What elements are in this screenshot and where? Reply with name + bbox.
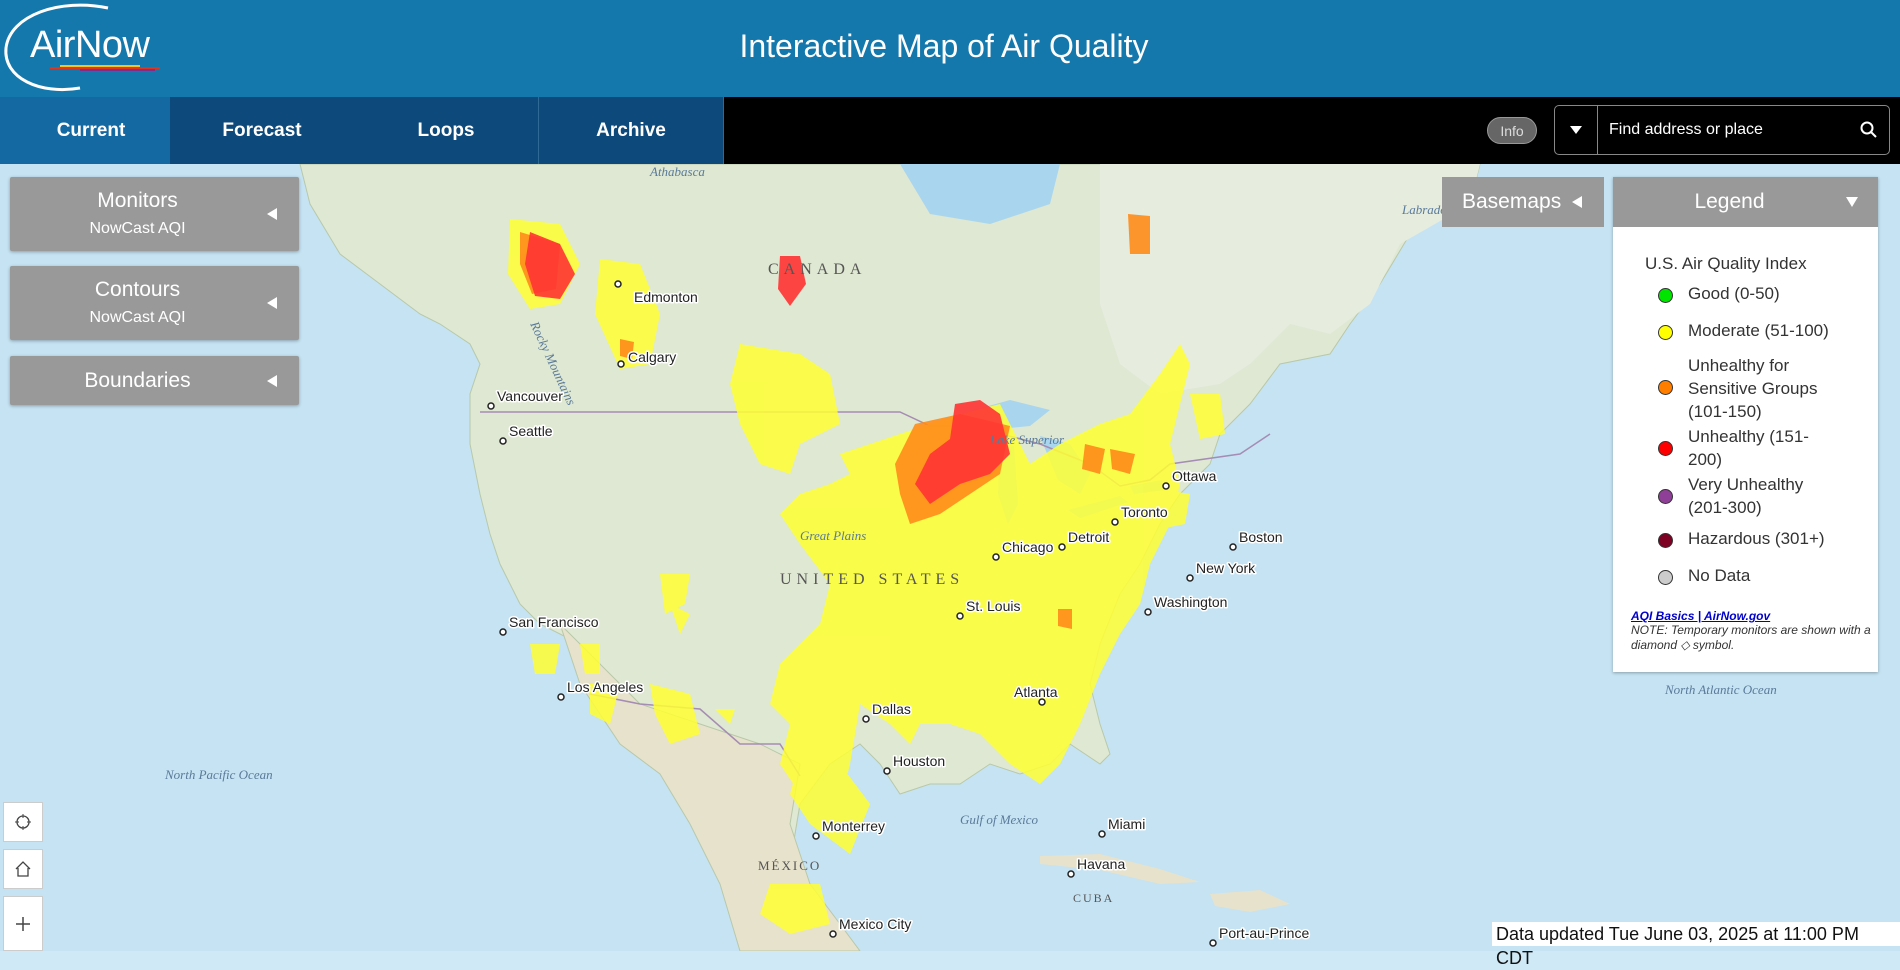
city-chicago: Chicago — [1002, 539, 1054, 555]
caret-down-icon — [1846, 197, 1858, 207]
map-label-gulf-of-mexico: Gulf of Mexico — [960, 812, 1038, 827]
city-mexico-city: Mexico City — [839, 916, 911, 932]
city-los-angeles: Los Angeles — [567, 679, 643, 695]
legend-item-unhealthy: Unhealthy (151-200) — [1688, 427, 1809, 469]
layer-title: Contours — [94, 278, 181, 301]
city-st-louis: St. Louis — [966, 598, 1020, 614]
monitors-layer-toggle[interactable]: Monitors NowCast AQI — [10, 177, 299, 251]
city-san-francisco: San Francisco — [509, 614, 599, 630]
home-icon — [15, 861, 31, 877]
city-port-au-prince: Port-au-Prince — [1219, 925, 1309, 941]
layer-title: Boundaries — [84, 369, 191, 392]
city-new-york: New York — [1196, 560, 1256, 576]
chevron-down-icon — [1570, 126, 1582, 134]
basemaps-label: Basemaps — [1462, 190, 1562, 213]
city-calgary: Calgary — [628, 349, 676, 365]
zoom-in-button[interactable] — [3, 896, 43, 951]
very-unhealthy-swatch — [1658, 489, 1673, 504]
boundaries-layer-toggle[interactable]: Boundaries — [10, 356, 299, 405]
search-input[interactable] — [1609, 106, 1839, 154]
home-button[interactable] — [3, 849, 43, 889]
caret-left-icon — [267, 297, 277, 309]
usg-swatch — [1658, 380, 1673, 395]
tab-archive[interactable]: Archive — [539, 97, 724, 164]
legend-item-hazardous: Hazardous (301+) — [1688, 529, 1825, 548]
city-monterrey: Monterrey — [822, 818, 885, 834]
caret-left-icon — [1572, 196, 1582, 208]
zoom-in-icon — [16, 916, 30, 931]
city-edmonton: Edmonton — [634, 289, 698, 305]
data-updated-timestamp: Data updated Tue June 03, 2025 at 11:00 … — [1492, 922, 1900, 968]
moderate-swatch — [1658, 325, 1673, 340]
legend-item-good: Good (0-50) — [1688, 284, 1780, 303]
city-houston: Houston — [893, 753, 945, 769]
legend-item-no-data: No Data — [1688, 566, 1751, 585]
city-atlanta: Atlanta — [1014, 684, 1058, 700]
contours-layer-toggle[interactable]: Contours NowCast AQI — [10, 266, 299, 340]
map-label-great-plains: Great Plains — [800, 528, 866, 543]
tab-forecast[interactable]: Forecast — [170, 97, 355, 164]
info-button[interactable]: Info — [1487, 117, 1537, 144]
search-icon[interactable] — [1859, 120, 1879, 140]
map-label-canada: CANADA — [768, 261, 866, 278]
search-box — [1554, 105, 1890, 155]
city-miami: Miami — [1108, 816, 1145, 832]
map-label-athabasca: Athabasca — [649, 164, 705, 179]
legend-toggle[interactable]: Legend — [1613, 177, 1878, 227]
legend-subtitle: U.S. Air Quality Index — [1645, 254, 1807, 273]
app-header: AirNow Interactive Map of Air Quality — [0, 0, 1900, 97]
hazardous-swatch — [1658, 533, 1673, 548]
unhealthy-swatch — [1658, 441, 1673, 456]
legend-panel: Legend U.S. Air Quality Index Good (0-50… — [1613, 177, 1878, 672]
map-label-cuba: CUBA — [1073, 891, 1114, 905]
legend-item-very-unhealthy: Very Unhealthy (201-300) — [1688, 475, 1804, 517]
caret-left-icon — [267, 375, 277, 387]
layer-subtitle: NowCast AQI — [89, 220, 186, 237]
city-washington: Washington — [1154, 594, 1227, 610]
city-boston: Boston — [1239, 529, 1283, 545]
search-source-dropdown[interactable] — [1555, 106, 1598, 154]
map-label-united-states: UNITED STATES — [780, 571, 964, 588]
layer-title: Monitors — [97, 189, 178, 212]
map-label-north-atlantic: North Atlantic Ocean — [1664, 682, 1777, 697]
basemaps-toggle[interactable]: Basemaps — [1442, 177, 1604, 227]
good-swatch — [1658, 288, 1673, 303]
caret-left-icon — [267, 208, 277, 220]
city-vancouver: Vancouver — [497, 388, 563, 404]
legend-item-usg: Unhealthy for Sensitive Groups (101-150) — [1688, 356, 1818, 421]
legend-item-moderate: Moderate (51-100) — [1688, 321, 1829, 340]
city-ottawa: Ottawa — [1172, 468, 1217, 484]
map-label-mexico: MÉXICO — [758, 858, 821, 873]
locate-button[interactable] — [3, 802, 43, 842]
legend-title: Legend — [1694, 190, 1765, 213]
city-dallas: Dallas — [872, 701, 911, 717]
tab-loops[interactable]: Loops — [354, 97, 539, 164]
no-data-swatch — [1658, 570, 1673, 585]
page-title: Interactive Map of Air Quality — [739, 28, 1149, 64]
map-label-lake-superior: Lake Superior — [989, 432, 1065, 447]
locate-icon — [15, 814, 31, 830]
layer-subtitle: NowCast AQI — [89, 309, 186, 326]
city-seattle: Seattle — [509, 423, 553, 439]
tab-current[interactable]: Current — [0, 97, 183, 164]
map-label-north-pacific: North Pacific Ocean — [164, 767, 273, 782]
city-toronto: Toronto — [1121, 504, 1168, 520]
legend-note: NOTE: Temporary monitors are shown with … — [1631, 623, 1871, 652]
city-detroit: Detroit — [1068, 529, 1109, 545]
city-havana: Havana — [1077, 856, 1125, 872]
aqi-basics-link[interactable]: AQI Basics | AirNow.gov — [1631, 609, 1770, 623]
